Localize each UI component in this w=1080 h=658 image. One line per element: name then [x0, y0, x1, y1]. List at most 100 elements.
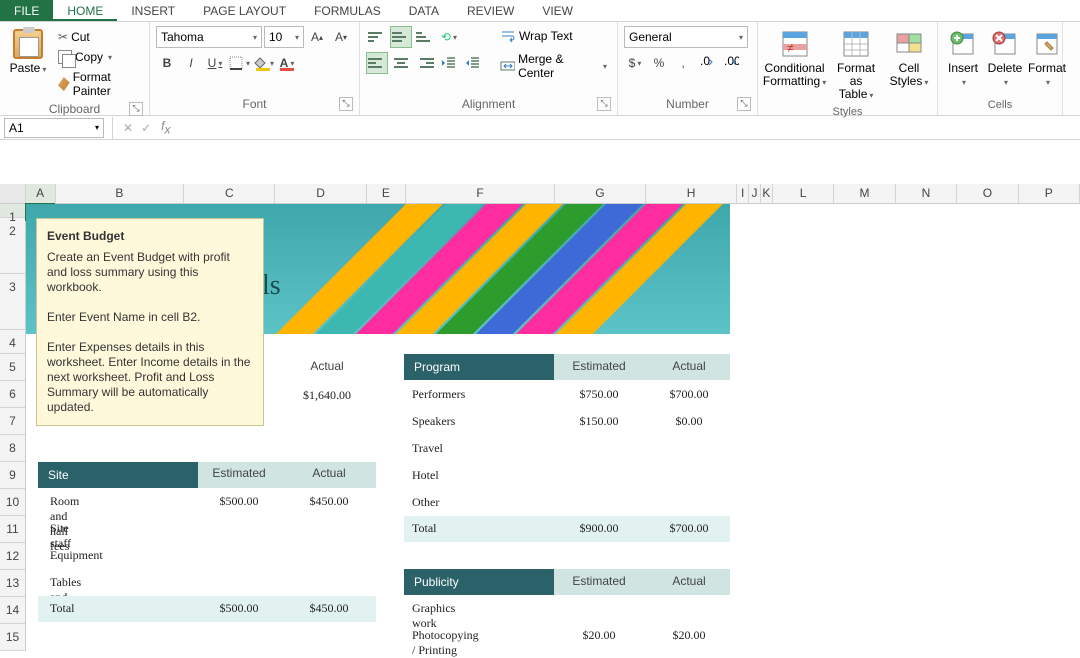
col-header-E[interactable]: E — [367, 184, 407, 203]
row-header-15[interactable]: 15 — [0, 624, 25, 651]
underline-button[interactable]: U▾ — [204, 52, 226, 74]
row-header-6[interactable]: 6 — [0, 381, 25, 408]
row-header-4[interactable]: 4 — [0, 330, 25, 354]
font-name-combo[interactable]: Tahoma▾ — [156, 26, 262, 48]
cell: Other — [412, 495, 439, 510]
bold-button[interactable]: B — [156, 52, 178, 74]
font-color-button[interactable]: A▾ — [276, 52, 298, 74]
insert-cells-button[interactable]: Insert▾ — [944, 26, 982, 91]
cut-button[interactable]: ✂Cut — [54, 28, 143, 46]
ribbon: Paste▾ ✂Cut Copy▾ Format Painter Clipboa… — [0, 22, 1080, 116]
tab-insert[interactable]: INSERT — [117, 0, 189, 21]
col-header-K[interactable]: K — [761, 184, 773, 203]
col-header-P[interactable]: P — [1019, 184, 1080, 203]
cell: Actual — [284, 466, 374, 480]
tab-page-layout[interactable]: PAGE LAYOUT — [189, 0, 300, 21]
col-header-B[interactable]: B — [56, 184, 185, 203]
tab-file[interactable]: FILE — [0, 0, 53, 21]
cell: $500.00 — [194, 494, 284, 509]
orientation-button[interactable]: ⟲▾ — [438, 26, 460, 48]
fx-icon[interactable]: fx — [157, 119, 174, 136]
enter-formula-button[interactable]: ✓ — [141, 121, 151, 135]
align-left-button[interactable] — [366, 52, 388, 74]
tab-view[interactable]: VIEW — [528, 0, 587, 21]
sheet-grid[interactable]: 1 2 3 4 5 6 7 8 9 10 11 12 13 14 15 — [0, 204, 1080, 651]
wrap-text-button[interactable]: Wrap Text — [496, 26, 611, 46]
conditional-formatting-button[interactable]: ≠ Conditional Formatting▾ — [764, 26, 825, 91]
cell: Total — [412, 521, 437, 536]
select-all-corner[interactable] — [0, 184, 26, 203]
clipboard-launcher[interactable]: ⤡ — [129, 102, 143, 116]
border-button[interactable]: ▾ — [228, 52, 250, 74]
formula-input[interactable] — [174, 118, 1080, 138]
group-label-alignment: Alignment — [462, 97, 515, 111]
row-header-8[interactable]: 8 — [0, 435, 25, 462]
increase-indent-button[interactable] — [462, 52, 484, 74]
tab-home[interactable]: HOME — [53, 0, 117, 21]
row-header-7[interactable]: 7 — [0, 408, 25, 435]
decrease-decimal-button[interactable]: .00 — [720, 52, 742, 74]
row-header-14[interactable]: 14 — [0, 597, 25, 624]
row-header-9[interactable]: 9 — [0, 462, 25, 489]
col-header-H[interactable]: H — [646, 184, 737, 203]
col-header-L[interactable]: L — [773, 184, 834, 203]
row-header-10[interactable]: 10 — [0, 489, 25, 516]
comma-style-button[interactable]: , — [672, 52, 694, 74]
col-header-N[interactable]: N — [896, 184, 957, 203]
cell: Photocopying / Printing — [412, 628, 479, 658]
decrease-font-button[interactable]: A▾ — [330, 26, 352, 48]
accounting-format-button[interactable]: $▾ — [624, 52, 646, 74]
fill-color-button[interactable]: ▾ — [252, 52, 274, 74]
number-format-combo[interactable]: General▾ — [624, 26, 748, 48]
col-header-M[interactable]: M — [834, 184, 895, 203]
tab-bar: FILE HOME INSERT PAGE LAYOUT FORMULAS DA… — [0, 0, 1080, 22]
format-painter-button[interactable]: Format Painter — [54, 68, 143, 100]
row-header-3[interactable]: 3 — [0, 274, 25, 330]
number-launcher[interactable]: ⤡ — [737, 97, 751, 111]
col-header-O[interactable]: O — [957, 184, 1018, 203]
cell: $450.00 — [284, 601, 374, 616]
row-header-11[interactable]: 11 — [0, 516, 25, 543]
increase-decimal-button[interactable]: .0 — [696, 52, 718, 74]
align-bottom-button[interactable] — [414, 26, 436, 48]
col-header-G[interactable]: G — [555, 184, 646, 203]
align-right-button[interactable] — [414, 52, 436, 74]
table-icon — [840, 28, 872, 60]
percent-button[interactable]: % — [648, 52, 670, 74]
cell: Estimated — [554, 359, 644, 373]
cell: $150.00 — [554, 414, 644, 429]
col-header-I[interactable]: I — [737, 184, 749, 203]
row-header-2[interactable]: 2 — [0, 218, 25, 274]
alignment-launcher[interactable]: ⤡ — [597, 97, 611, 111]
align-center-button[interactable] — [390, 52, 412, 74]
align-middle-button[interactable] — [390, 26, 412, 48]
name-box[interactable]: A1▾ — [4, 118, 104, 138]
font-launcher[interactable]: ⤡ — [339, 97, 353, 111]
col-header-D[interactable]: D — [275, 184, 366, 203]
tab-data[interactable]: DATA — [395, 0, 453, 21]
delete-cells-button[interactable]: Delete▾ — [986, 26, 1024, 91]
row-header-12[interactable]: 12 — [0, 543, 25, 570]
format-cells-button[interactable]: Format▾ — [1028, 26, 1066, 91]
copy-button[interactable]: Copy▾ — [54, 48, 143, 66]
row-header-1[interactable]: 1 — [0, 204, 25, 218]
cell: Hotel — [412, 468, 439, 483]
tab-review[interactable]: REVIEW — [453, 0, 528, 21]
font-size-combo[interactable]: 10▾ — [264, 26, 304, 48]
align-top-button[interactable] — [366, 26, 388, 48]
cell-styles-button[interactable]: Cell Styles▾ — [887, 26, 931, 91]
paste-button[interactable]: Paste▾ — [6, 26, 50, 78]
merge-center-button[interactable]: Merge & Center▾ — [496, 50, 611, 82]
col-header-A[interactable]: A — [26, 184, 56, 203]
decrease-indent-button[interactable] — [438, 52, 460, 74]
italic-button[interactable]: I — [180, 52, 202, 74]
cancel-formula-button[interactable]: ✕ — [123, 121, 133, 135]
row-header-5[interactable]: 5 — [0, 354, 25, 381]
increase-font-button[interactable]: A▴ — [306, 26, 328, 48]
format-as-table-button[interactable]: Format as Table▾ — [829, 26, 883, 104]
tab-formulas[interactable]: FORMULAS — [300, 0, 395, 21]
col-header-J[interactable]: J — [749, 184, 761, 203]
col-header-C[interactable]: C — [184, 184, 275, 203]
col-header-F[interactable]: F — [406, 184, 555, 203]
row-header-13[interactable]: 13 — [0, 570, 25, 597]
